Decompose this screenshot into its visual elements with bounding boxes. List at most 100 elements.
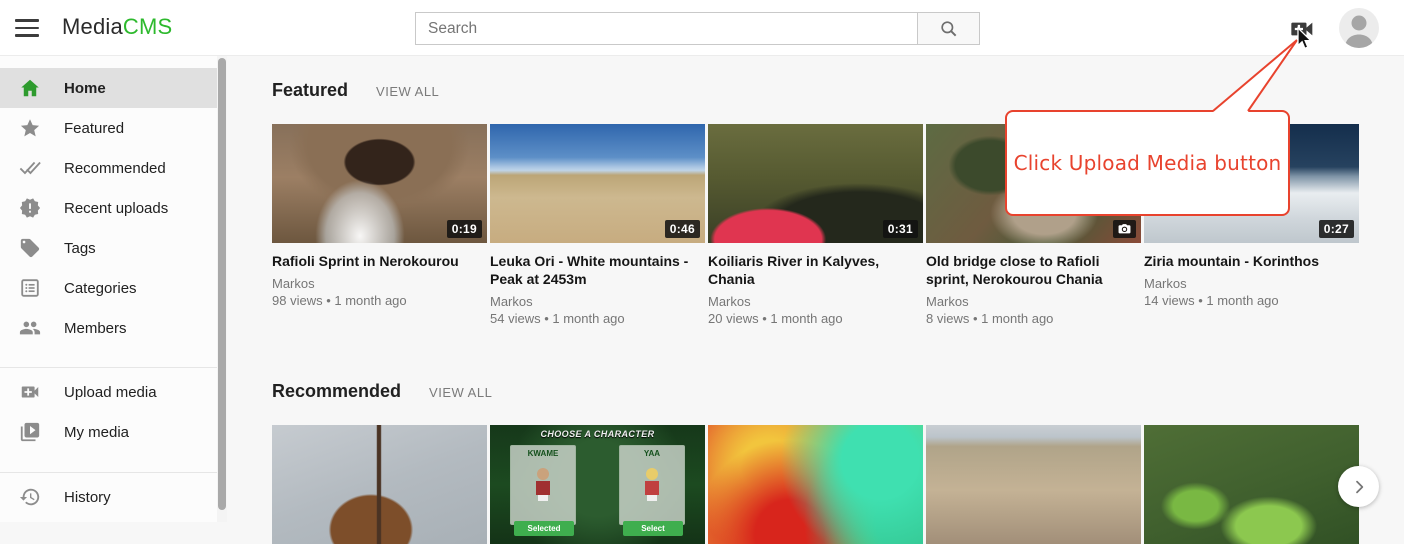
- sidebar-item-label: Home: [64, 80, 106, 97]
- media-title[interactable]: Leuka Ori - White mountains - Peak at 24…: [490, 252, 705, 288]
- video-thumbnail[interactable]: 0:31: [708, 124, 923, 243]
- media-card: [926, 425, 1141, 544]
- media-meta: 54 views • 1 month ago: [490, 310, 705, 327]
- view-all-link[interactable]: VIEW ALL: [376, 84, 439, 99]
- sidebar-item-tags[interactable]: Tags: [0, 228, 217, 268]
- search-button[interactable]: [917, 12, 980, 45]
- sidebar-divider: [0, 367, 217, 368]
- sidebar: Home Featured Recommended Recent uploads…: [0, 56, 217, 522]
- user-avatar[interactable]: [1339, 8, 1379, 48]
- sidebar-item-label: History: [64, 489, 111, 506]
- home-icon: [18, 76, 42, 100]
- media-title[interactable]: Old bridge close to Rafioli sprint, Nero…: [926, 252, 1141, 288]
- sidebar-item-history[interactable]: History: [0, 477, 217, 517]
- media-title[interactable]: Ziria mountain - Korinthos: [1144, 252, 1359, 270]
- sidebar-item-home[interactable]: Home: [0, 68, 217, 108]
- sidebar-item-my-media[interactable]: My media: [0, 412, 217, 452]
- sidebar-item-label: Recent uploads: [64, 200, 168, 217]
- media-card: [1144, 425, 1359, 544]
- sidebar-item-label: Featured: [64, 120, 124, 137]
- sidebar-item-label: Recommended: [64, 160, 166, 177]
- media-author: Markos: [1144, 275, 1359, 292]
- sidebar-scrollbar[interactable]: [217, 56, 227, 522]
- sidebar-item-categories[interactable]: Categories: [0, 268, 217, 308]
- sidebar-item-label: Upload media: [64, 384, 157, 401]
- media-author: Markos: [708, 293, 923, 310]
- top-bar: MediaCMS: [0, 0, 1404, 56]
- video-thumbnail[interactable]: CHOOSE A CHARACTER KWAME Selected YAA Se…: [490, 425, 705, 544]
- sidebar-scrollbar-thumb[interactable]: [218, 58, 226, 510]
- media-meta: 8 views • 1 month ago: [926, 310, 1141, 327]
- video-thumbnail[interactable]: [1144, 425, 1359, 544]
- game-character-panel: KWAME Selected: [510, 445, 576, 525]
- media-meta: 20 views • 1 month ago: [708, 310, 923, 327]
- sidebar-item-upload-media[interactable]: Upload media: [0, 372, 217, 412]
- media-title[interactable]: Koiliaris River in Kalyves, Chania: [708, 252, 923, 288]
- video-thumbnail[interactable]: [708, 425, 923, 544]
- featured-section-header: Featured VIEW ALL: [272, 80, 439, 101]
- media-card: CHOOSE A CHARACTER KWAME Selected YAA Se…: [490, 425, 705, 544]
- carousel-next-button[interactable]: [1338, 466, 1379, 507]
- menu-icon[interactable]: [14, 17, 40, 39]
- categories-icon: [18, 276, 42, 300]
- recommended-row: CHOOSE A CHARACTER KWAME Selected YAA Se…: [272, 425, 1359, 544]
- media-card: 0:19 Rafioli Sprint in Nerokourou Markos…: [272, 124, 487, 327]
- section-title: Featured: [272, 80, 348, 101]
- star-icon: [18, 116, 42, 140]
- game-character-figure: [535, 468, 551, 502]
- video-thumbnail[interactable]: [926, 425, 1141, 544]
- sidebar-item-featured[interactable]: Featured: [0, 108, 217, 148]
- search-input[interactable]: [415, 12, 917, 45]
- media-card: 0:31 Koiliaris River in Kalyves, Chania …: [708, 124, 923, 327]
- media-title[interactable]: Rafioli Sprint in Nerokourou: [272, 252, 487, 270]
- duration-badge: 0:27: [1319, 220, 1354, 238]
- game-thumb-header: CHOOSE A CHARACTER: [490, 429, 705, 439]
- view-all-link[interactable]: VIEW ALL: [429, 385, 492, 400]
- members-icon: [18, 316, 42, 340]
- media-meta: 14 views • 1 month ago: [1144, 292, 1359, 309]
- game-select-button: Select: [623, 521, 683, 536]
- sidebar-item-label: Categories: [64, 280, 137, 297]
- game-character-panel: YAA Select: [619, 445, 685, 525]
- sidebar-item-recommended[interactable]: Recommended: [0, 148, 217, 188]
- app-logo[interactable]: MediaCMS: [62, 14, 172, 40]
- video-thumbnail[interactable]: [272, 425, 487, 544]
- logo-suffix: CMS: [123, 14, 173, 39]
- media-card: [272, 425, 487, 544]
- annotation-text: Click Upload Media button: [1014, 151, 1282, 175]
- media-meta: 98 views • 1 month ago: [272, 292, 487, 309]
- sidebar-item-label: Tags: [64, 240, 96, 257]
- upload-media-button[interactable]: [1289, 17, 1317, 41]
- chevron-right-icon: [1351, 479, 1367, 495]
- sidebar-item-label: My media: [64, 424, 129, 441]
- sidebar-divider: [0, 472, 217, 473]
- sidebar-item-recent-uploads[interactable]: Recent uploads: [0, 188, 217, 228]
- media-author: Markos: [490, 293, 705, 310]
- game-character-name: KWAME: [511, 449, 575, 458]
- duration-badge: 0:19: [447, 220, 482, 238]
- media-author: Markos: [926, 293, 1141, 310]
- double-check-icon: [18, 156, 42, 180]
- new-releases-icon: [18, 196, 42, 220]
- duration-badge: 0:31: [883, 220, 918, 238]
- history-icon: [18, 485, 42, 509]
- upload-media-icon: [1289, 17, 1317, 41]
- duration-badge: 0:46: [665, 220, 700, 238]
- media-author: Markos: [272, 275, 487, 292]
- video-thumbnail[interactable]: 0:19: [272, 124, 487, 243]
- sidebar-item-members[interactable]: Members: [0, 308, 217, 348]
- media-card: [708, 425, 923, 544]
- section-title: Recommended: [272, 381, 401, 402]
- video-thumbnail[interactable]: 0:46: [490, 124, 705, 243]
- search-bar: [415, 12, 980, 45]
- game-character-name: YAA: [620, 449, 684, 458]
- my-media-icon: [18, 420, 42, 444]
- annotation-callout: Click Upload Media button: [1005, 110, 1290, 216]
- tag-icon: [18, 236, 42, 260]
- avatar-person-icon: [1339, 8, 1379, 48]
- game-selected-button: Selected: [514, 521, 574, 536]
- media-card: 0:46 Leuka Ori - White mountains - Peak …: [490, 124, 705, 327]
- recommended-section-header: Recommended VIEW ALL: [272, 381, 492, 402]
- logo-prefix: Media: [62, 14, 123, 39]
- game-character-figure: [644, 468, 660, 502]
